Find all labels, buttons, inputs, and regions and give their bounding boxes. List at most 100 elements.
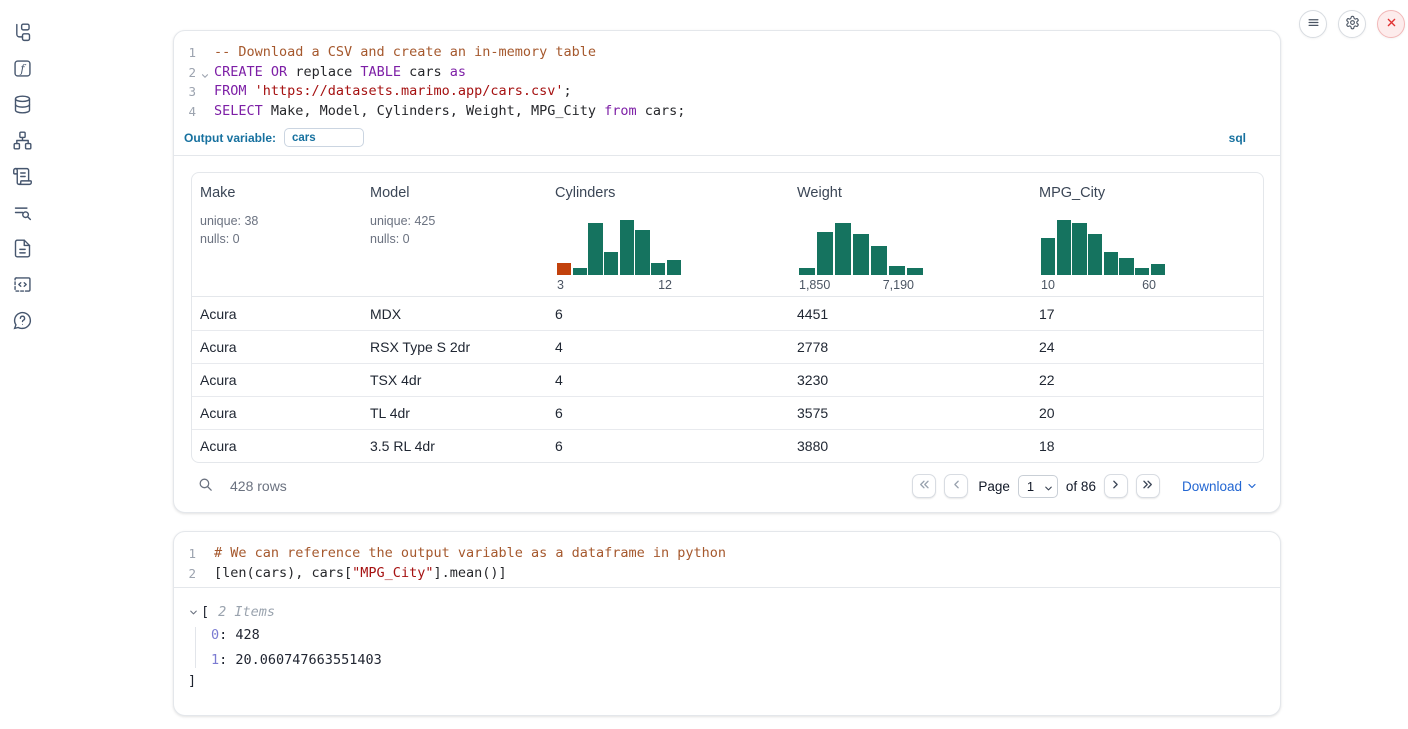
axis-max-label: 7,190 <box>883 278 914 292</box>
download-label: Download <box>1182 479 1242 494</box>
page-label: Page <box>978 479 1010 494</box>
code-text: CREATE OR replace TABLE cars as <box>214 63 466 83</box>
svg-text:f: f <box>19 61 26 75</box>
code-text: [len(cars), cars["MPG_City"].mean()] <box>214 564 507 584</box>
table-header-cell: Cylinders 312 <box>547 173 789 296</box>
table-cell: Acura <box>192 372 362 388</box>
column-header[interactable]: Make <box>200 185 354 201</box>
dependency-graph-icon[interactable] <box>11 129 33 151</box>
last-page-button[interactable] <box>1136 474 1160 498</box>
sql-code-editor[interactable]: 1 -- Download a CSV and create an in-memo… <box>174 31 1280 125</box>
table-header-cell: Modelunique: 425nulls: 0 <box>362 173 547 296</box>
shutdown-button[interactable] <box>1377 10 1405 38</box>
page-select[interactable]: 1 <box>1018 475 1058 498</box>
chevron-left-icon <box>950 478 963 494</box>
table-cell: RSX Type S 2dr <box>362 339 547 355</box>
search-icon <box>197 476 214 496</box>
datasources-icon[interactable] <box>11 93 33 115</box>
code-line: 3FROM 'https://datasets.marimo.app/cars.… <box>174 82 1280 102</box>
table-row: AcuraTL 4dr6357520 <box>192 396 1263 429</box>
chevrons-right-icon <box>1141 478 1154 494</box>
functions-icon[interactable]: f <box>11 57 33 79</box>
scratchpad-icon[interactable] <box>11 165 33 187</box>
table-cell: 6 <box>547 405 789 421</box>
histogram-bar <box>1072 223 1086 275</box>
search-button[interactable] <box>197 476 214 496</box>
table-header-cell: MPG_City1060 <box>1031 173 1263 296</box>
settings-button[interactable] <box>1338 10 1366 38</box>
tree-item: 0: 428 <box>211 627 1264 643</box>
documentation-icon[interactable] <box>11 237 33 259</box>
output-variable-label: Output variable: <box>184 131 276 145</box>
python-code-editor[interactable]: 1 # We can reference the output variable … <box>174 532 1280 587</box>
column-stats: unique: 38nulls: 0 <box>200 212 354 248</box>
line-number: 2 <box>174 564 200 584</box>
column-header[interactable]: Cylinders <box>555 185 781 201</box>
histogram-axis-labels: 1,850 7,190 <box>799 278 923 292</box>
table-cell: TL 4dr <box>362 405 547 421</box>
item-key: 1 <box>211 652 219 668</box>
row-count: 428 rows <box>230 478 287 494</box>
histogram-bar <box>635 230 649 275</box>
table-cell: Acura <box>192 306 362 322</box>
help-icon[interactable] <box>11 309 33 331</box>
axis-min-label: 1,850 <box>799 278 830 292</box>
output-variable-input[interactable] <box>284 128 364 147</box>
column-header[interactable]: MPG_City <box>1039 185 1255 201</box>
chevron-right-icon <box>1109 478 1122 494</box>
logs-search-icon[interactable] <box>11 201 33 223</box>
axis-max-label: 12 <box>658 278 672 292</box>
line-number: 1 <box>174 544 200 564</box>
histogram-bar <box>573 268 587 275</box>
pagination: Page 1 of 86 Download <box>912 474 1258 498</box>
table-cell: 17 <box>1031 306 1263 322</box>
column-header[interactable]: Model <box>370 185 539 201</box>
notebook-menu-button[interactable] <box>1299 10 1327 38</box>
tree-item: 1: 20.060747663551403 <box>211 652 1264 668</box>
collapse-chevron-icon[interactable] <box>188 607 199 618</box>
item-value: 20.060747663551403 <box>235 652 381 668</box>
table-cell: 3575 <box>789 405 1031 421</box>
histogram-bar <box>588 223 602 275</box>
histogram-bar <box>1119 258 1133 275</box>
histogram-bar <box>1041 238 1055 275</box>
table-cell: 3880 <box>789 438 1031 454</box>
chevron-down-icon <box>1246 478 1258 495</box>
python-cell-output: [ 2 Items 0: 4281: 20.060747663551403 ] <box>174 588 1280 715</box>
tree-root-row[interactable]: [ 2 Items <box>188 604 1264 620</box>
code-line: 1 -- Download a CSV and create an in-memo… <box>174 43 1280 63</box>
code-line: 4SELECT Make, Model, Cylinders, Weight, … <box>174 102 1280 122</box>
table-cell: TSX 4dr <box>362 372 547 388</box>
gear-icon <box>1345 15 1360 33</box>
column-histogram: 1,850 7,190 <box>797 220 1023 292</box>
snippets-icon[interactable] <box>11 273 33 295</box>
table-cell: Acura <box>192 339 362 355</box>
language-label: sql <box>1229 131 1246 145</box>
code-text: -- Download a CSV and create an in-memor… <box>214 43 596 63</box>
histogram-bars <box>799 220 923 275</box>
line-number: 2 <box>174 63 200 83</box>
histogram-bar <box>889 266 905 275</box>
column-header[interactable]: Weight <box>797 185 1023 201</box>
histogram-bar <box>620 220 634 275</box>
fold-chevron-icon[interactable] <box>200 67 210 87</box>
file-explorer-icon[interactable] <box>11 21 33 43</box>
line-number: 1 <box>174 43 200 63</box>
download-button[interactable]: Download <box>1182 478 1258 495</box>
column-histogram: 312 <box>555 220 781 292</box>
table-row: AcuraMDX6445117 <box>192 297 1263 330</box>
histogram-bar <box>1104 252 1118 275</box>
table-cell: 22 <box>1031 372 1263 388</box>
histogram-axis-labels: 312 <box>557 278 681 292</box>
code-text: # We can reference the output variable a… <box>214 544 726 564</box>
code-line: 1 # We can reference the output variable … <box>174 544 1280 564</box>
items-count-label: 2 Items <box>218 604 275 620</box>
first-page-button[interactable] <box>912 474 936 498</box>
histogram-bar <box>1088 234 1102 275</box>
next-page-button[interactable] <box>1104 474 1128 498</box>
marimo-notebook: f <box>0 0 1408 729</box>
histogram-bar <box>799 268 815 275</box>
table-cell: 2778 <box>789 339 1031 355</box>
code-line: 2 CREATE OR replace TABLE cars as <box>174 63 1280 83</box>
previous-page-button[interactable] <box>944 474 968 498</box>
